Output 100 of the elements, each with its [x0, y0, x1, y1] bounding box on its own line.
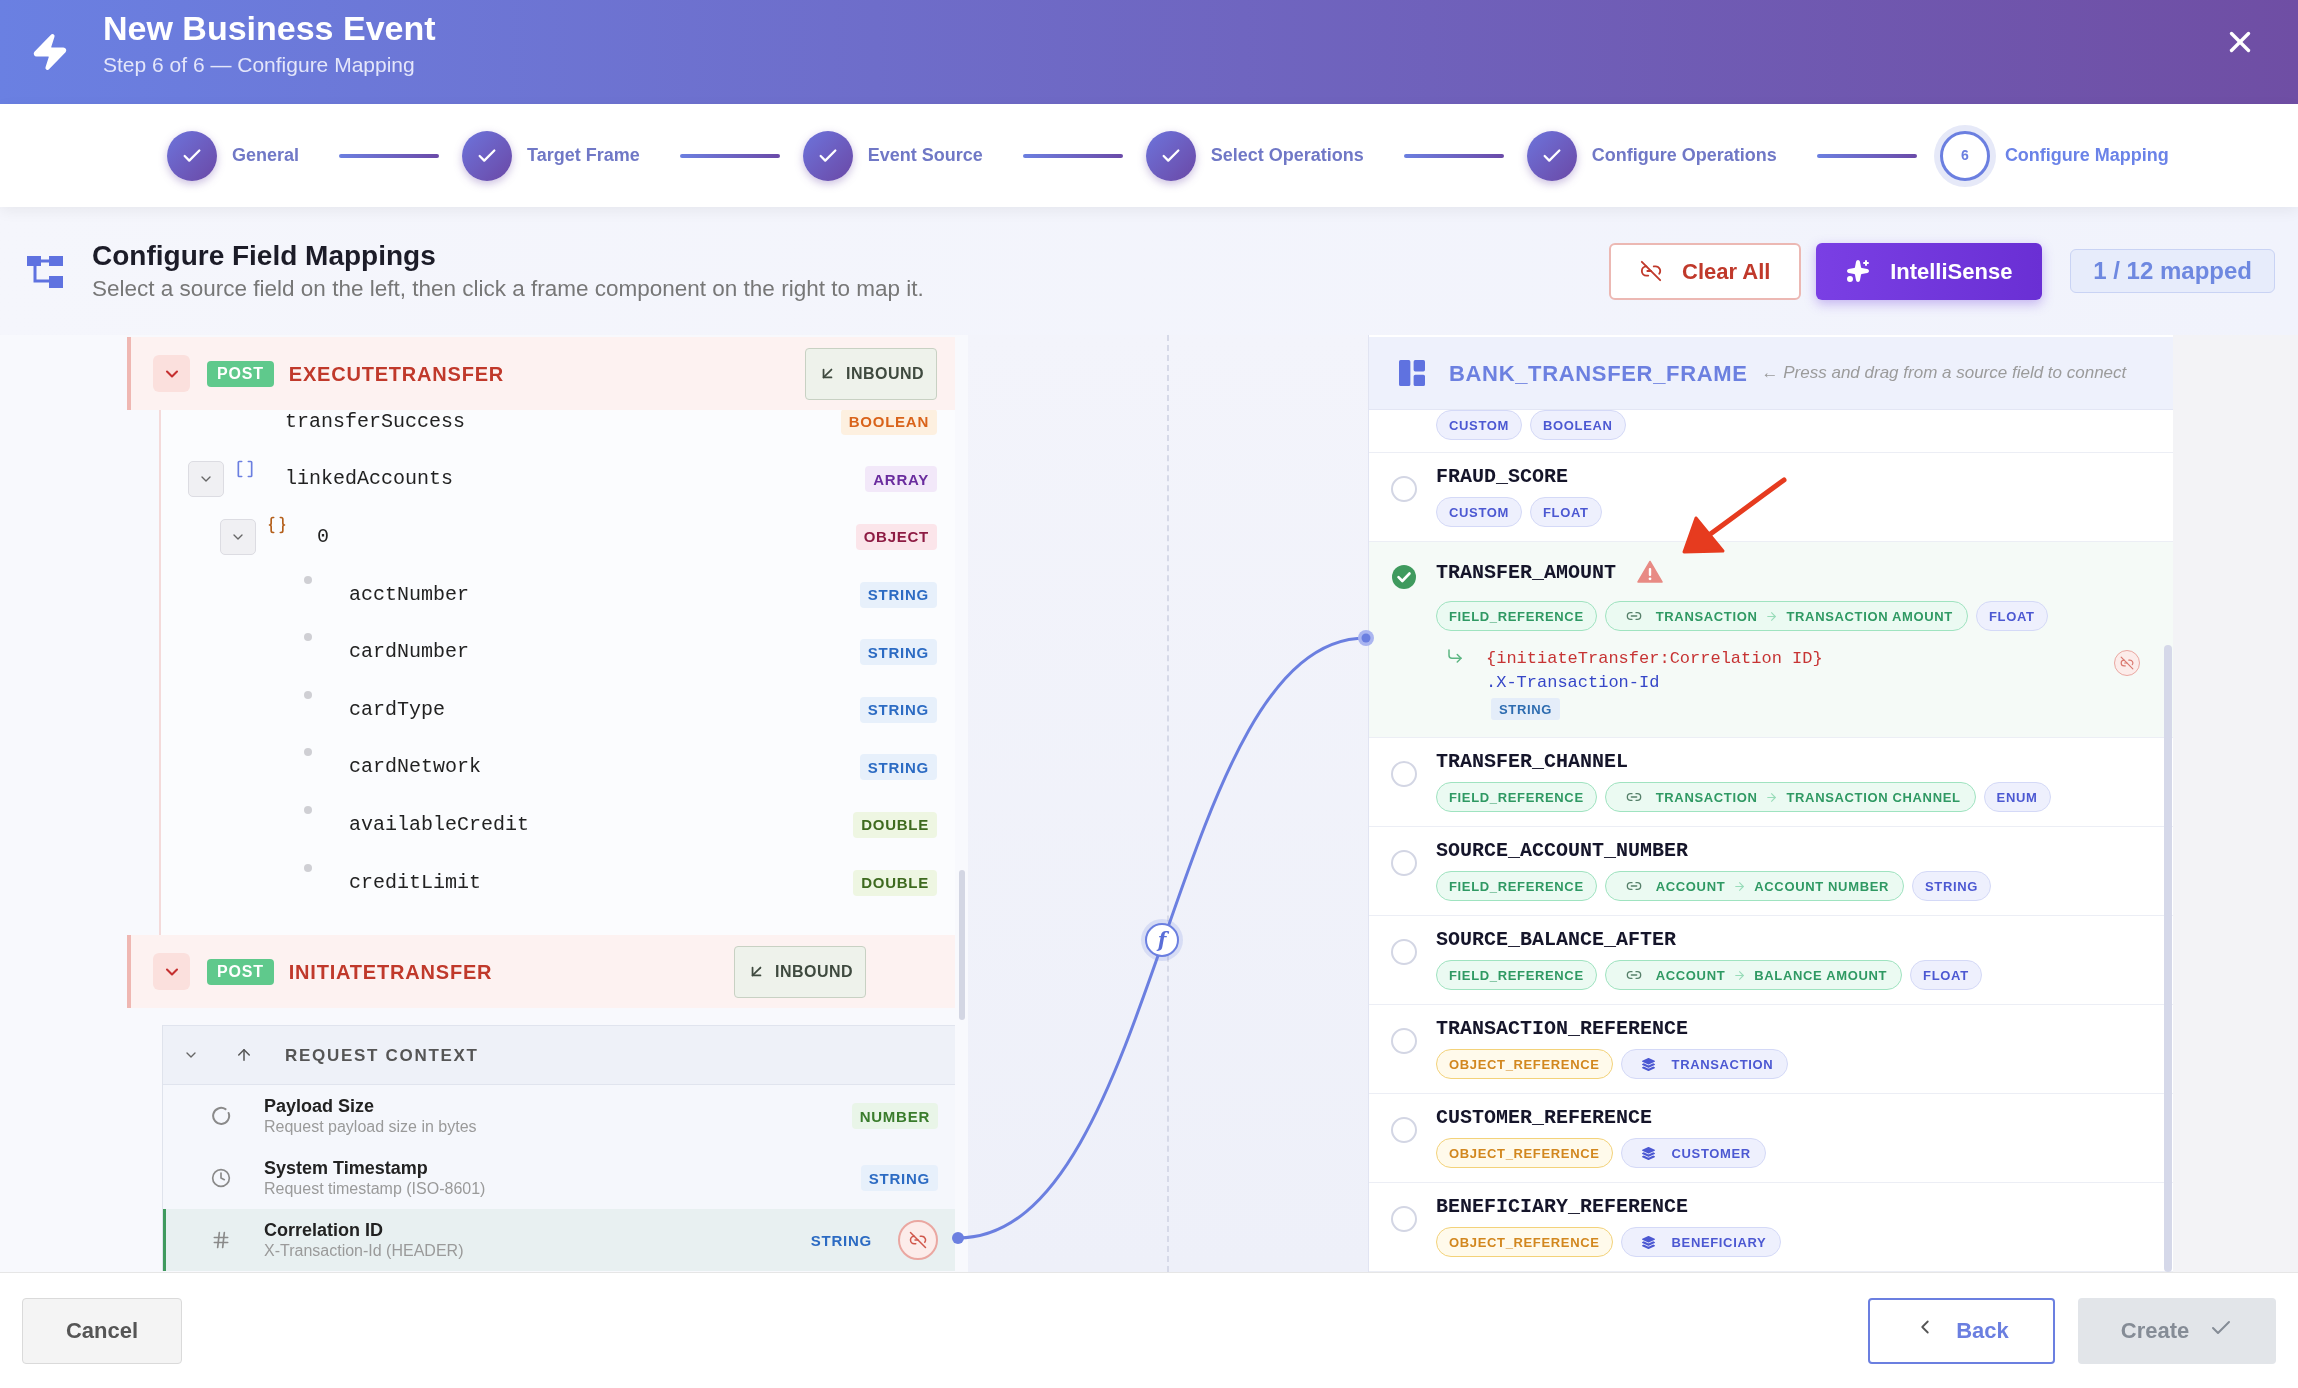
radio-button[interactable] [1391, 761, 1417, 787]
unlink-icon [1640, 260, 1663, 282]
radio-button[interactable] [1391, 850, 1417, 876]
source-kind-tag: FIELD_REFERENCE [1436, 960, 1597, 990]
back-button[interactable]: Back [1868, 1297, 2055, 1364]
hash-icon [211, 1230, 231, 1251]
cancel-button[interactable]: Cancel [22, 1297, 182, 1364]
object-label: CUSTOMER [1671, 1146, 1751, 1160]
clock-icon [211, 1168, 231, 1189]
data-type-tag: FLOAT [1975, 601, 2048, 631]
source-kind-tag: FIELD_REFERENCE [1436, 782, 1597, 812]
path-label: TRANSACTION [1655, 609, 1758, 623]
field-description: Request timestamp (ISO-8601) [264, 1179, 486, 1200]
collapse-button[interactable] [153, 355, 190, 392]
data-type-tag: STRING [1912, 871, 1992, 901]
layers-icon [1641, 1146, 1655, 1160]
component-name: SOURCE_BALANCE_AFTER [1436, 928, 1677, 952]
context-title: REQUEST CONTEXT [285, 1044, 479, 1067]
component-name: TRANSFER_CHANNEL [1436, 750, 1629, 774]
source-kind-tag: CUSTOM [1436, 410, 1522, 440]
type-badge: STRING [859, 754, 937, 781]
braces-icon [267, 515, 287, 535]
source-path: .X-Transaction-Id [1486, 672, 1660, 694]
bullet-icon [304, 633, 312, 642]
field-title: Correlation ID [264, 1219, 384, 1242]
expand-toggle[interactable] [188, 461, 224, 498]
type-badge: OBJECT [855, 524, 937, 550]
radio-button[interactable] [1391, 1206, 1417, 1232]
path-label: TRANSACTION [1655, 790, 1758, 804]
component-name: FRAUD_SCORE [1436, 465, 1569, 489]
field-title: System Timestamp [264, 1157, 429, 1180]
hierarchy-icon [27, 254, 63, 288]
path-label: TRANSACTION CHANNEL [1786, 790, 1961, 804]
field-description: Request payload size in bytes [264, 1117, 477, 1138]
component-name: SOURCE_ACCOUNT_NUMBER [1436, 839, 1689, 863]
bullet-icon [304, 748, 312, 757]
step-label: Configure Operations [1591, 144, 1777, 167]
radio-button[interactable] [1391, 1117, 1417, 1143]
bullet-icon [304, 575, 312, 584]
field-name: 0 [317, 527, 329, 547]
expand-toggle[interactable] [220, 519, 256, 555]
radio-button[interactable] [1391, 476, 1417, 502]
dialog-title: New Business Event [103, 8, 436, 48]
frame-component-row[interactable]: TRANSFER_AMOUNT FIELD_REFERENCE TRANSACTION TRANSACTION AMOUNT FLOAT {initiateTransfer:Correlation ID} .X-Transaction-Id STRING [1369, 542, 2173, 738]
type-badge: STRING [860, 1165, 938, 1192]
type-badge: STRING [859, 696, 937, 723]
direction-button[interactable]: INBOUND [804, 347, 937, 400]
field-name: creditLimit [349, 872, 482, 893]
component-name: CUSTOMER_REFERENCE [1436, 1106, 1653, 1130]
clear-all-button[interactable]: Clear All [1609, 242, 1802, 300]
radio-button[interactable] [1391, 939, 1417, 965]
source-kind-tag: CUSTOM [1436, 497, 1522, 527]
frame-component-row[interactable]: CUSTOM BOOLEAN [1369, 410, 2173, 453]
layers-icon [1641, 1235, 1655, 1249]
step-label: Select Operations [1210, 144, 1364, 167]
path-label: TRANSACTION AMOUNT [1786, 609, 1953, 623]
intellisense-button[interactable]: IntelliSense [1816, 242, 2043, 300]
step-label: Event Source [867, 144, 983, 167]
type-badge: DOUBLE [853, 811, 937, 838]
field-name: cardNetwork [349, 757, 482, 778]
type-badge: STRING [859, 639, 937, 666]
data-type-tag: FLOAT [1910, 960, 1982, 990]
bullet-icon [304, 690, 312, 699]
unlink-icon [909, 1231, 927, 1250]
source-reference: {initiateTransfer:Correlation ID} [1486, 648, 1823, 670]
unlink-button[interactable] [2114, 650, 2140, 676]
path-label: ACCOUNT [1655, 879, 1726, 893]
corner-arrow-icon [1446, 647, 1464, 665]
field-name: cardNumber [349, 642, 470, 663]
frame-title: BANK_TRANSFER_FRAME [1449, 359, 1748, 388]
unlink-icon [2120, 656, 2134, 670]
scrollbar-thumb[interactable] [959, 870, 965, 1020]
direction-button[interactable]: INBOUND [733, 945, 866, 998]
object-label: TRANSACTION [1671, 1057, 1774, 1071]
radio-button[interactable] [1391, 1028, 1417, 1054]
brackets-icon [235, 459, 255, 480]
source-kind-tag: FIELD_REFERENCE [1436, 601, 1597, 631]
scrollbar-thumb[interactable] [2164, 645, 2172, 1272]
data-type-tag: ENUM [1983, 782, 2051, 812]
field-name: linkedAccounts [285, 469, 454, 490]
unlink-button[interactable] [898, 1220, 938, 1261]
collapse-button[interactable] [153, 953, 190, 991]
type-badge: NUMBER [851, 1103, 938, 1130]
step-label: Configure Mapping [2004, 144, 2169, 167]
object-label: BENEFICIARY [1671, 1235, 1767, 1249]
section-description: Select a source field on the left, then click a frame component on the right to map it. [92, 275, 924, 303]
arrow-right-icon [1765, 790, 1779, 804]
arrow-right-icon [1765, 609, 1779, 623]
type-badge: ARRAY [865, 466, 937, 493]
check-circle-icon[interactable] [1391, 564, 1417, 590]
bullet-icon [304, 863, 312, 872]
field-name: cardType [349, 699, 445, 720]
section-title: Configure Field Mappings [92, 239, 437, 273]
source-kind-tag: OBJECT_REFERENCE [1436, 1049, 1613, 1079]
component-name: TRANSACTION_REFERENCE [1436, 1017, 1689, 1041]
data-type-tag: FLOAT [1530, 497, 1602, 527]
source-kind-tag: OBJECT_REFERENCE [1436, 1227, 1613, 1257]
mapped-count-badge: 1 / 12 mapped [2070, 249, 2275, 293]
component-name: TRANSFER_AMOUNT [1436, 561, 1617, 585]
field-name: availableCredit [349, 814, 530, 835]
